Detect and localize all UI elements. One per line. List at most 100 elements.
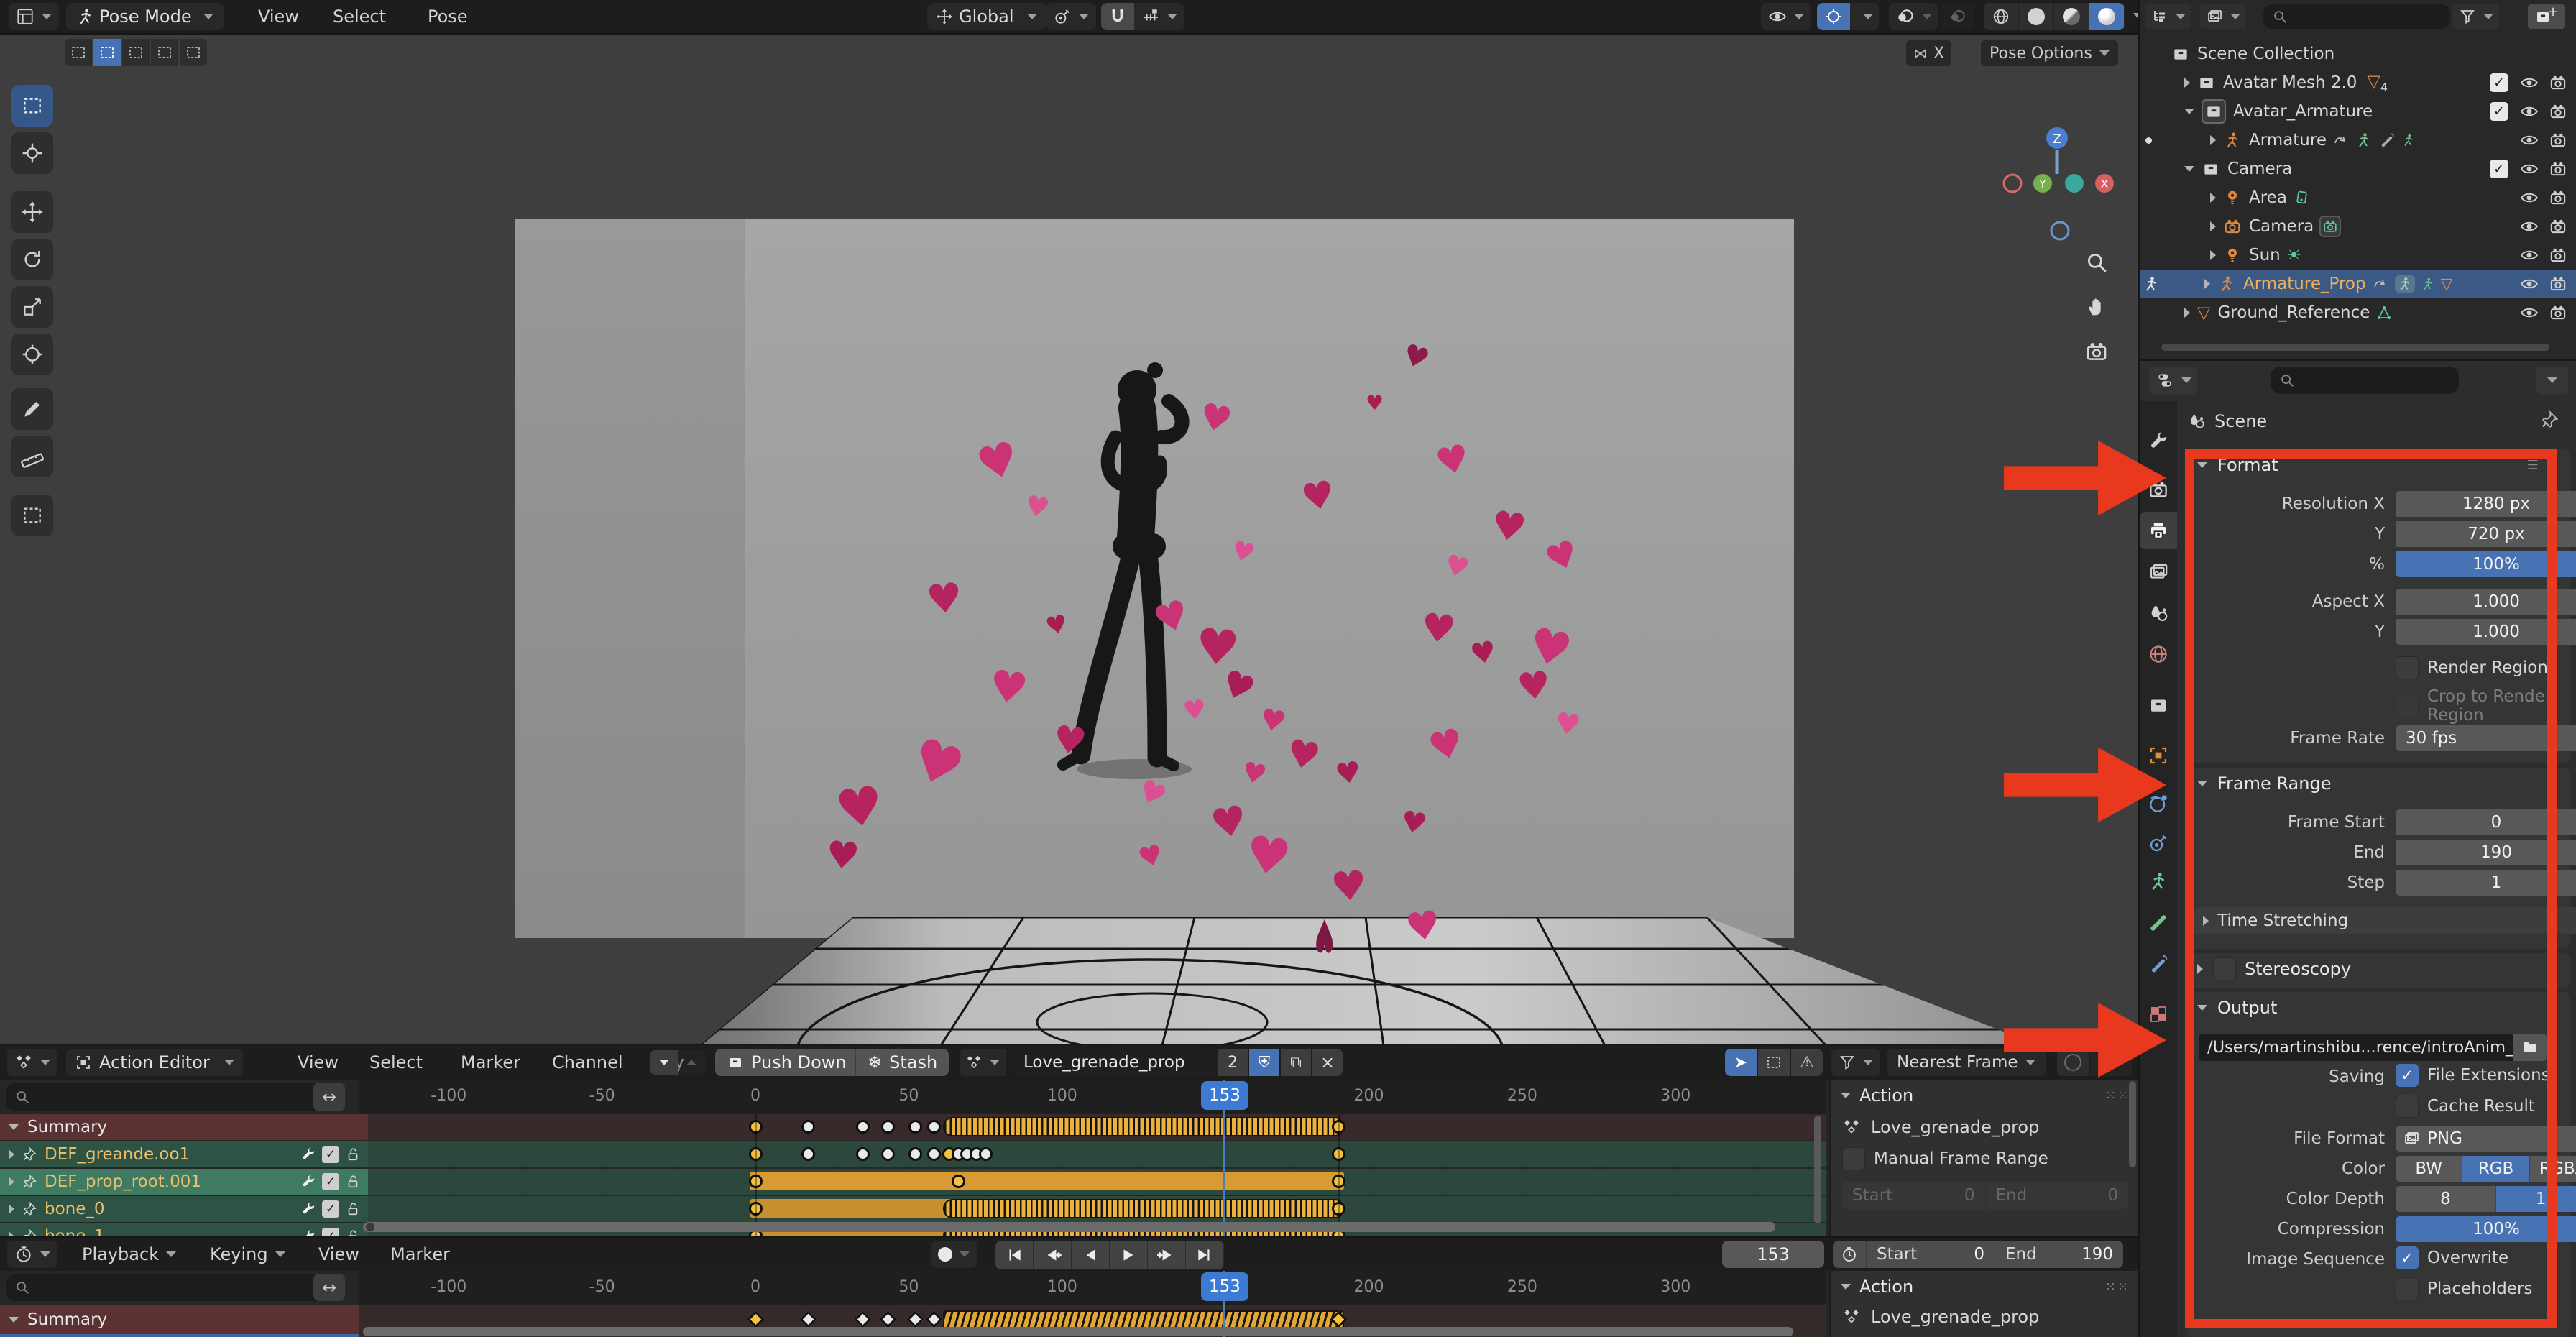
key-row-def-greande-oo1[interactable] bbox=[359, 1141, 1826, 1167]
tl-keyframe[interactable] bbox=[879, 1310, 896, 1328]
new-collection-button[interactable]: + bbox=[2528, 4, 2565, 29]
play-reverse-button[interactable] bbox=[1072, 1241, 1110, 1269]
unlink-action-button[interactable]: × bbox=[1312, 1049, 1343, 1076]
tool-transform[interactable] bbox=[12, 334, 53, 375]
pose-options-dropdown[interactable]: Pose Options bbox=[1981, 40, 2118, 66]
tool-cursor[interactable] bbox=[12, 132, 53, 174]
action-browse-dropdown[interactable] bbox=[960, 1049, 1006, 1076]
modifier-wrench-icon[interactable] bbox=[300, 1147, 316, 1162]
keyframe-band[interactable] bbox=[943, 1199, 1344, 1218]
render-visibility-toggle[interactable] bbox=[2549, 160, 2567, 178]
frame-start-field[interactable]: Start0 bbox=[1867, 1245, 1995, 1264]
stash-button[interactable]: ❄Stash bbox=[855, 1049, 949, 1076]
tl-channel-summary[interactable]: Summary bbox=[0, 1305, 368, 1334]
tl-keyframe[interactable] bbox=[855, 1310, 872, 1328]
overlays-toggle[interactable] bbox=[1889, 3, 1938, 30]
manual-frame-range-row[interactable]: Manual Frame Range bbox=[1831, 1143, 2138, 1175]
snap-settings-dropdown[interactable] bbox=[1134, 7, 1184, 26]
keyframe-band[interactable] bbox=[943, 1117, 1344, 1136]
errors-toggle[interactable]: ⚠ bbox=[1791, 1049, 1823, 1076]
shading-rendered[interactable] bbox=[2089, 3, 2125, 30]
render-visibility-toggle[interactable] bbox=[2549, 217, 2567, 236]
keyframe-band[interactable] bbox=[750, 1199, 954, 1218]
hide-eye-toggle[interactable] bbox=[2520, 131, 2539, 150]
fake-user-shield-button[interactable]: ⛨ bbox=[1249, 1049, 1279, 1076]
ds-menu-select[interactable]: Select bbox=[359, 1046, 433, 1079]
outliner-row-avatar-armature[interactable]: Avatar_Armature✓ bbox=[2140, 98, 2576, 125]
tl-keyframe[interactable] bbox=[925, 1310, 942, 1328]
keyframe[interactable] bbox=[979, 1147, 993, 1161]
tab-tool[interactable] bbox=[2140, 423, 2177, 460]
action-name-field[interactable]: Love_grenade_prop bbox=[1015, 1049, 1225, 1076]
play-button[interactable] bbox=[1110, 1241, 1148, 1269]
tl-playhead-badge[interactable]: 153 bbox=[1201, 1272, 1248, 1301]
render-visibility-toggle[interactable] bbox=[2549, 188, 2567, 207]
keyframe-band[interactable] bbox=[750, 1172, 1344, 1190]
tab-output[interactable] bbox=[2140, 512, 2177, 549]
tl-keyframe[interactable] bbox=[747, 1310, 764, 1328]
collection-checkbox[interactable]: ✓ bbox=[2490, 73, 2508, 92]
hide-eye-toggle[interactable] bbox=[2520, 275, 2539, 293]
collection-checkbox[interactable]: ✓ bbox=[2490, 102, 2508, 121]
expand-arrow[interactable] bbox=[2210, 193, 2216, 203]
gizmo-dropdown[interactable] bbox=[1850, 3, 1879, 30]
modifier-wrench-icon[interactable] bbox=[300, 1228, 316, 1236]
tl-menu-marker[interactable]: Marker bbox=[380, 1238, 460, 1271]
tab-view-layer[interactable] bbox=[2140, 553, 2177, 591]
action-users-button[interactable]: 2 bbox=[1218, 1049, 1248, 1076]
pin-icon[interactable] bbox=[2539, 410, 2559, 430]
tool-rotate[interactable] bbox=[12, 239, 53, 280]
ds-menu-view[interactable]: View bbox=[288, 1046, 349, 1079]
outliner-row-camera[interactable]: Camera bbox=[2140, 213, 2576, 240]
channel-enable-checkbox[interactable]: ✓ bbox=[322, 1228, 339, 1236]
expand-arrow[interactable] bbox=[2184, 308, 2190, 318]
menu-pose[interactable]: Pose bbox=[418, 0, 478, 33]
editor-type-button[interactable] bbox=[9, 3, 59, 30]
expand-arrow[interactable] bbox=[2210, 135, 2216, 145]
tab-texture[interactable] bbox=[2140, 996, 2177, 1033]
expand-arrow[interactable] bbox=[2210, 221, 2216, 231]
hide-eye-toggle[interactable] bbox=[2520, 246, 2539, 265]
snap-mode-dropdown[interactable]: Nearest Frame bbox=[1887, 1049, 2046, 1076]
channel-lock-icon[interactable] bbox=[345, 1228, 361, 1236]
channel-filter-invert-button[interactable]: ↔ bbox=[313, 1083, 345, 1111]
keyframe[interactable] bbox=[908, 1147, 922, 1161]
menu-view[interactable]: View bbox=[248, 0, 309, 33]
channel-def-prop-root-001[interactable]: DEF_prop_root.001 ✓ bbox=[0, 1169, 368, 1195]
modifier-wrench-icon[interactable] bbox=[300, 1174, 316, 1190]
tab-scene[interactable] bbox=[2140, 594, 2177, 632]
menu-select[interactable]: Select bbox=[323, 0, 396, 33]
shading-material-preview[interactable] bbox=[2054, 3, 2089, 30]
ds-sidebar-scrollbar[interactable] bbox=[2129, 1081, 2136, 1167]
tab-world[interactable] bbox=[2140, 635, 2177, 673]
snap-group[interactable] bbox=[1101, 3, 1184, 30]
action-editor-mode-dropdown[interactable]: Action Editor bbox=[66, 1049, 243, 1076]
keyframe[interactable] bbox=[952, 1175, 965, 1188]
ds-playhead-badge[interactable]: 153 bbox=[1201, 1081, 1248, 1110]
outliner-scrollbar[interactable] bbox=[2161, 344, 2549, 351]
collection-checkbox[interactable]: ✓ bbox=[2490, 160, 2508, 178]
select-box-button[interactable] bbox=[93, 39, 121, 66]
channel-lock-icon[interactable] bbox=[345, 1147, 361, 1162]
outliner-row-armature[interactable]: Armature bbox=[2140, 127, 2576, 154]
ds-vscrollbar[interactable] bbox=[1814, 1116, 1821, 1223]
tl-action-panel-header[interactable]: Action⁙⁙ bbox=[1831, 1271, 2138, 1302]
viewport-3d[interactable]: ♥♥♥♥♥♥♥♥♥♥♥♥♥♥♥♥♥♥♥♥♥♥♥♥♥♥♥♥♥♥♥♥♥♥♥♥♥♥♥♥… bbox=[0, 35, 2138, 1044]
shading-dropdown[interactable] bbox=[2133, 13, 2138, 19]
outliner-filter-dropdown[interactable] bbox=[2453, 4, 2499, 29]
tl-keyframe[interactable] bbox=[906, 1310, 924, 1328]
keyframe[interactable] bbox=[881, 1120, 895, 1134]
channel-bone-1[interactable]: bone_1 ✓ bbox=[0, 1223, 368, 1236]
hide-eye-toggle[interactable] bbox=[2520, 102, 2539, 121]
dopesheet-editor-dropdown[interactable] bbox=[7, 1049, 58, 1076]
channel-lock-icon[interactable] bbox=[345, 1174, 361, 1190]
select-subtract-button[interactable] bbox=[151, 39, 178, 66]
autokey-record-button[interactable] bbox=[931, 1241, 977, 1268]
mode-dropdown[interactable]: Pose Mode bbox=[66, 3, 224, 30]
only-selected-toggle[interactable]: ➤ bbox=[1725, 1049, 1757, 1076]
hidden-channels-toggle[interactable] bbox=[1758, 1049, 1790, 1076]
outliner-row-sun[interactable]: Sun☀ bbox=[2140, 242, 2576, 269]
current-frame-field[interactable]: 153 bbox=[1722, 1241, 1824, 1268]
navigation-gizmo[interactable]: Z Y X bbox=[1991, 78, 2135, 351]
outliner-row-avatar-mesh-2-0[interactable]: Avatar Mesh 2.0▽4✓ bbox=[2140, 69, 2576, 96]
